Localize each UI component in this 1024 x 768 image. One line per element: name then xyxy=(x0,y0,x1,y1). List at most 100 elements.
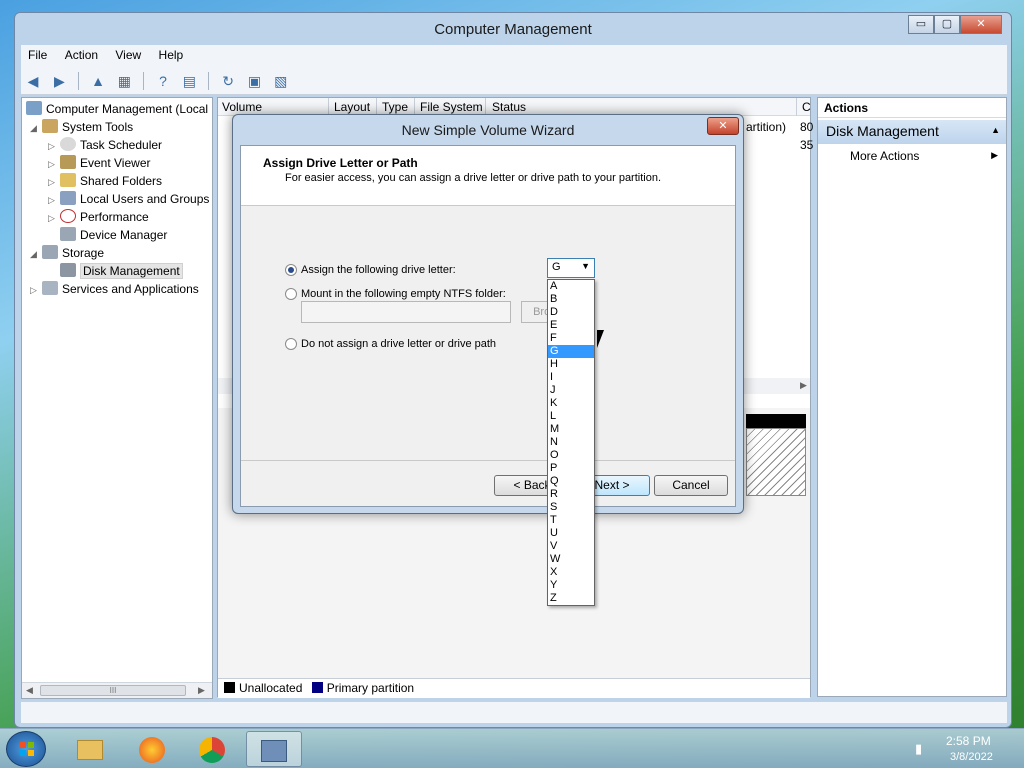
drive-letter-option[interactable]: Y xyxy=(548,579,594,592)
tree-item-performance[interactable]: ▷ Performance xyxy=(48,208,149,226)
assign-letter-label[interactable]: Assign the following drive letter: xyxy=(301,264,456,276)
column-type[interactable]: Type xyxy=(382,100,408,114)
tree-item-device-manager[interactable]: Device Manager xyxy=(60,226,167,244)
column-status[interactable]: Status xyxy=(492,100,526,114)
close-button[interactable]: ✕ xyxy=(960,15,1002,34)
forward-arrow-icon[interactable]: ▶ xyxy=(49,71,69,91)
wizard-close-button[interactable]: ✕ xyxy=(707,117,739,135)
actions-section-disk-management[interactable]: Disk Management ▲ xyxy=(818,120,1006,144)
scroll-right-icon[interactable]: ▶ xyxy=(198,685,205,696)
scroll-left-icon[interactable]: ◀ xyxy=(26,685,33,696)
drive-letter-option[interactable]: S xyxy=(548,501,594,514)
show-hide-tree-icon[interactable]: ▦ xyxy=(114,71,134,91)
drive-letter-option[interactable]: K xyxy=(548,397,594,410)
drive-letter-option[interactable]: T xyxy=(548,514,594,527)
assign-letter-radio[interactable] xyxy=(285,264,297,276)
computer-management-taskbar-button[interactable] xyxy=(246,731,302,767)
column-capacity[interactable]: C xyxy=(802,100,811,114)
column-divider[interactable] xyxy=(796,98,797,116)
show-hide-action-pane-icon[interactable]: ▤ xyxy=(179,71,199,91)
drive-letter-combobox[interactable]: G ▼ xyxy=(547,258,595,278)
drive-letter-option[interactable]: L xyxy=(548,410,594,423)
no-letter-radio[interactable] xyxy=(285,338,297,350)
tree-item-system-tools[interactable]: ◢ System Tools xyxy=(30,118,133,136)
more-actions-item[interactable]: More Actions ▶ xyxy=(818,146,1006,166)
tree-item-disk-management[interactable]: Disk Management xyxy=(60,262,183,280)
performance-icon xyxy=(60,209,76,223)
help-icon[interactable]: ? xyxy=(153,71,173,91)
mount-folder-label[interactable]: Mount in the following empty NTFS folder… xyxy=(301,288,506,300)
drive-letter-option[interactable]: X xyxy=(548,566,594,579)
menu-file[interactable]: File xyxy=(21,45,54,65)
drive-letter-option[interactable]: Z xyxy=(548,592,594,605)
back-arrow-icon[interactable]: ◀ xyxy=(23,71,43,91)
console-tree: Computer Management (Local ◢ System Tools… xyxy=(21,97,213,699)
up-folder-icon[interactable]: ▲ xyxy=(88,71,108,91)
collapse-up-icon[interactable]: ▲ xyxy=(991,125,1000,135)
refresh-icon[interactable]: ↻ xyxy=(218,71,238,91)
drive-letter-option[interactable]: F xyxy=(548,332,594,345)
primary-swatch xyxy=(311,682,323,693)
drive-letter-option[interactable]: J xyxy=(548,384,594,397)
expand-arrow-icon[interactable]: ▷ xyxy=(48,173,60,191)
settings-icon[interactable]: ▧ xyxy=(271,71,291,91)
expand-arrow-icon[interactable]: ▷ xyxy=(48,191,60,209)
drive-letter-option[interactable]: O xyxy=(548,449,594,462)
title-bar[interactable]: Computer Management ▭ ▢ ✕ xyxy=(15,13,1011,45)
collapse-arrow-icon[interactable]: ◢ xyxy=(30,245,42,263)
drive-letter-option[interactable]: A xyxy=(548,280,594,293)
drive-letter-option[interactable]: E xyxy=(548,319,594,332)
drive-letter-option[interactable]: M xyxy=(548,423,594,436)
drive-letter-option[interactable]: I xyxy=(548,371,594,384)
drive-letter-option[interactable]: G xyxy=(548,345,594,358)
expand-arrow-icon[interactable]: ▷ xyxy=(30,281,42,299)
drive-letter-option[interactable]: N xyxy=(548,436,594,449)
tree-item-services[interactable]: ▷ Services and Applications xyxy=(30,280,199,298)
tree-item-task-scheduler[interactable]: ▷ Task Scheduler xyxy=(48,136,162,154)
dropdown-arrow-icon[interactable]: ▼ xyxy=(581,261,590,271)
cancel-button[interactable]: Cancel xyxy=(654,475,728,496)
collapse-arrow-icon[interactable]: ◢ xyxy=(30,119,42,137)
drive-letter-option[interactable]: P xyxy=(548,462,594,475)
tree-item-local-users[interactable]: ▷ Local Users and Groups xyxy=(48,190,209,208)
drive-letter-option[interactable]: W xyxy=(548,553,594,566)
clock-date[interactable]: 3/8/2022 xyxy=(950,751,993,763)
menu-action[interactable]: Action xyxy=(58,45,105,65)
file-explorer-taskbar-button[interactable] xyxy=(62,731,118,767)
drive-letter-option[interactable]: R xyxy=(548,488,594,501)
scroll-right-icon[interactable]: ▶ xyxy=(800,380,807,391)
column-layout[interactable]: Layout xyxy=(334,100,370,114)
drive-letter-option[interactable]: Q xyxy=(548,475,594,488)
menu-view[interactable]: View xyxy=(108,45,148,65)
expand-arrow-icon[interactable]: ▷ xyxy=(48,155,60,173)
tree-item-storage[interactable]: ◢ Storage xyxy=(30,244,104,262)
drive-letter-option[interactable]: V xyxy=(548,540,594,553)
drive-letter-option[interactable]: H xyxy=(548,358,594,371)
chrome-taskbar-button[interactable] xyxy=(184,731,240,767)
drive-letter-option[interactable]: D xyxy=(548,306,594,319)
expand-arrow-icon[interactable]: ▷ xyxy=(48,137,60,155)
mount-folder-radio[interactable] xyxy=(285,288,297,300)
clock-time[interactable]: 2:58 PM xyxy=(946,734,991,748)
unallocated-partition[interactable] xyxy=(746,428,806,496)
tree-item-event-viewer[interactable]: ▷ Event Viewer xyxy=(48,154,150,172)
network-icon[interactable]: ▮ xyxy=(915,741,922,757)
mouse-cursor-icon xyxy=(597,330,611,348)
scroll-thumb[interactable]: III xyxy=(40,685,186,696)
start-button[interactable] xyxy=(6,731,46,767)
drive-letter-option[interactable]: B xyxy=(548,293,594,306)
menu-help[interactable]: Help xyxy=(152,45,191,65)
column-volume[interactable]: Volume xyxy=(222,100,262,114)
drive-letter-option[interactable]: U xyxy=(548,527,594,540)
maximize-button[interactable]: ▢ xyxy=(934,15,960,34)
no-letter-label[interactable]: Do not assign a drive letter or drive pa… xyxy=(301,338,496,350)
column-file-system[interactable]: File System xyxy=(420,100,483,114)
tree-item-shared-folders[interactable]: ▷ Shared Folders xyxy=(48,172,162,190)
minimize-button[interactable]: ▭ xyxy=(908,15,934,34)
tree-horizontal-scrollbar[interactable]: ◀ III ▶ xyxy=(22,682,212,698)
firefox-taskbar-button[interactable] xyxy=(124,731,180,767)
expand-arrow-icon[interactable]: ▷ xyxy=(48,209,60,227)
properties-icon[interactable]: ▣ xyxy=(244,71,264,91)
ntfs-folder-input[interactable] xyxy=(301,301,511,323)
tree-item-root[interactable]: Computer Management (Local xyxy=(26,100,208,118)
